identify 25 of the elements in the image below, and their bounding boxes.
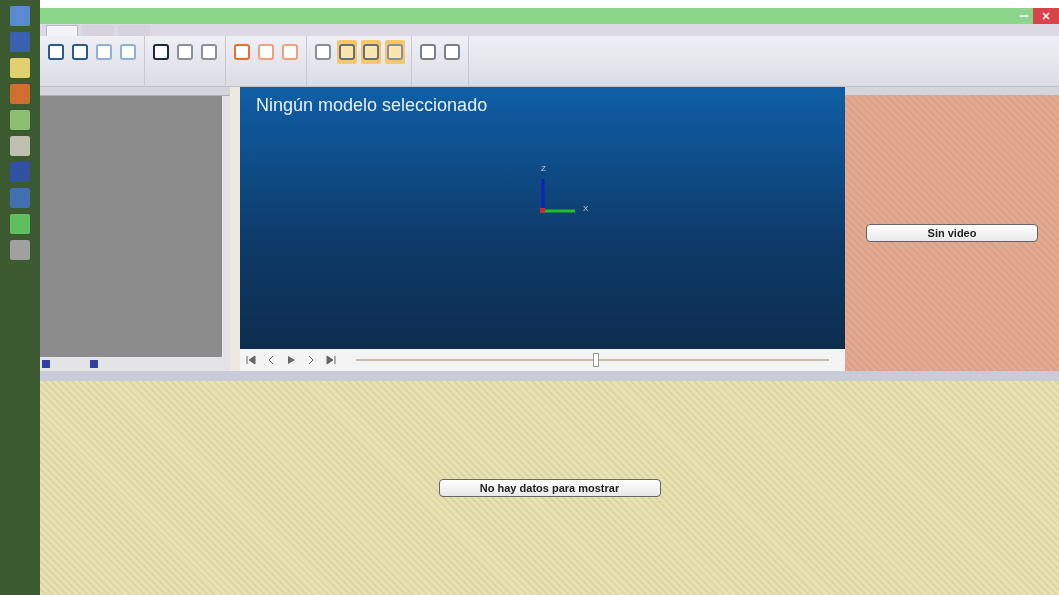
taskbar-app-icon[interactable] (10, 240, 30, 260)
slider-thumb[interactable] (592, 353, 599, 367)
no-data-label: No hay datos para mostrar (438, 479, 661, 497)
taskbar-app-icon[interactable] (10, 84, 30, 104)
minimize-icon (1020, 15, 1028, 17)
taskbar-app-icon[interactable] (10, 214, 30, 234)
viewport-title: Ningún modelo seleccionado (256, 95, 488, 116)
first-frame-icon[interactable] (246, 355, 256, 365)
ribbon-tab[interactable] (46, 25, 78, 36)
taskbar-app-icon[interactable] (10, 136, 30, 156)
play-icon[interactable] (286, 355, 296, 365)
last-frame-icon[interactable] (326, 355, 336, 365)
close-icon (1042, 12, 1050, 20)
axes-drawing: Z X (535, 159, 605, 219)
ribbon-button[interactable] (48, 44, 64, 60)
3d-viewport[interactable]: Ningún modelo seleccionado Z X (240, 87, 845, 349)
taskbar-app-icon[interactable] (10, 6, 30, 26)
close-button[interactable] (1033, 8, 1059, 24)
previous-icon[interactable] (266, 355, 276, 365)
next-icon[interactable] (306, 355, 316, 365)
ribbon-button[interactable] (153, 44, 169, 60)
taskbar-app-icon[interactable] (10, 58, 30, 78)
ribbon-button[interactable] (72, 44, 88, 60)
taskbar-app-icon[interactable] (10, 110, 30, 130)
no-video-label: Sin video (866, 224, 1038, 242)
